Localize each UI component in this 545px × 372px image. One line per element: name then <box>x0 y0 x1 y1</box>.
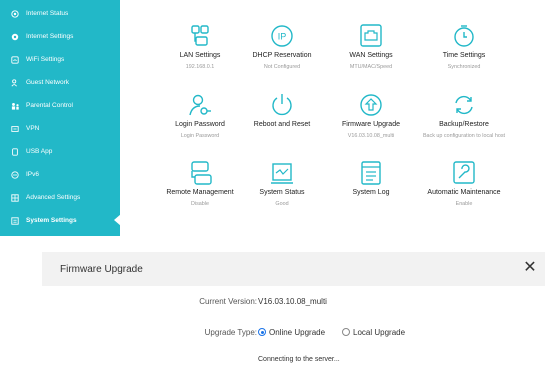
tile-system-log[interactable]: System Log <box>323 160 419 200</box>
current-version-label: Current Version: <box>199 297 257 306</box>
tile-time-settings[interactable]: Time Settings Synchronized <box>416 23 512 71</box>
lan-icon <box>191 25 209 46</box>
radio-unselected-icon <box>342 328 350 336</box>
sidebar-item-wifi-settings[interactable]: WiFi Settings <box>0 48 120 71</box>
sidebar-item-advanced-settings[interactable]: Advanced Settings <box>0 186 120 209</box>
svg-text:IP: IP <box>278 32 287 42</box>
tile-title: Reboot and Reset <box>253 121 311 128</box>
dialog-title: Firmware Upgrade <box>60 263 143 275</box>
ipv6-icon <box>9 170 21 179</box>
advanced-icon <box>9 193 21 202</box>
globe-icon <box>9 9 21 18</box>
sidebar: Internet Status Internet Settings WiFi S… <box>0 0 121 236</box>
tile-subtitle: Synchronized <box>447 64 481 70</box>
tile-title: System Log <box>352 189 390 196</box>
settings-globe-icon <box>9 33 21 41</box>
radio-selected-icon <box>258 328 266 336</box>
sidebar-item-internet-status[interactable]: Internet Status <box>0 2 120 25</box>
sidebar-item-ipv6[interactable]: IPv6 <box>0 163 120 186</box>
sidebar-item-label: Internet Status <box>26 10 69 17</box>
sidebar-item-label: VPN <box>26 125 40 132</box>
wan-port-icon <box>360 24 382 47</box>
tile-title: Automatic Maintenance <box>427 189 501 196</box>
log-icon <box>361 161 381 185</box>
sidebar-item-internet-settings[interactable]: Internet Settings <box>0 25 120 48</box>
sidebar-item-label: USB App <box>26 148 53 155</box>
sidebar-item-label: Internet Settings <box>26 33 74 40</box>
sidebar-item-usb-app[interactable]: USB App <box>0 140 120 163</box>
sidebar-item-label: Guest Network <box>26 79 69 86</box>
tile-subtitle: Enable <box>455 201 473 207</box>
vpn-icon <box>9 125 21 133</box>
tile-title: Backup/Restore <box>439 121 489 128</box>
tile-automatic-maintenance[interactable]: Automatic Maintenance Enable <box>416 160 512 208</box>
ip-icon: IP <box>271 25 293 47</box>
online-upgrade-radio[interactable]: Online Upgrade <box>258 328 325 337</box>
tile-title: System Status <box>259 189 305 196</box>
tile-backup-restore[interactable]: Backup/Restore Back up configuration to … <box>416 92 512 140</box>
tile-subtitle: Back up configuration to local host <box>422 133 506 139</box>
tile-system-status[interactable]: System Status Good <box>234 160 330 208</box>
tile-title: Firmware Upgrade <box>342 121 400 128</box>
sidebar-item-label: WiFi Settings <box>26 56 65 63</box>
wifi-icon <box>9 55 21 64</box>
tile-subtitle: Login Password <box>180 133 220 139</box>
remote-management-icon <box>191 161 212 185</box>
sidebar-item-label: Advanced Settings <box>26 194 81 201</box>
tile-subtitle: MTU/MAC/Speed <box>349 64 393 70</box>
guest-icon <box>9 78 21 87</box>
sidebar-item-label: IPv6 <box>26 171 40 178</box>
router-admin-page: Internet Status Internet Settings WiFi S… <box>0 0 545 372</box>
active-indicator <box>114 214 121 226</box>
tile-dhcp-reservation[interactable]: IP DHCP Reservation Not Configured <box>234 23 330 71</box>
tile-title: WAN Settings <box>349 52 393 59</box>
upgrade-type-label: Upgrade Type: <box>204 328 257 337</box>
usb-icon <box>9 147 21 156</box>
user-key-icon <box>189 94 211 116</box>
close-icon[interactable]: ✕ <box>521 258 539 278</box>
tile-subtitle: Good <box>275 201 289 207</box>
sidebar-item-guest-network[interactable]: Guest Network <box>0 71 120 94</box>
dialog-body: Current Version: V16.03.10.08_multi Upgr… <box>42 286 545 372</box>
system-settings-icon <box>9 216 21 225</box>
current-version-value: V16.03.10.08_multi <box>258 297 327 306</box>
parental-control-icon <box>9 102 21 110</box>
tile-subtitle: V16.03.10.08_multi <box>347 133 395 139</box>
sidebar-item-parental-control[interactable]: Parental Control <box>0 94 120 117</box>
wrench-icon <box>453 161 475 184</box>
tile-subtitle: Not Configured <box>263 64 301 70</box>
sidebar-item-label: System Settings <box>26 217 77 224</box>
tile-firmware-upgrade[interactable]: Firmware Upgrade V16.03.10.08_multi <box>323 92 419 140</box>
tile-reboot-and-reset[interactable]: Reboot and Reset <box>234 92 330 132</box>
tile-title: DHCP Reservation <box>252 52 312 59</box>
status-text: Connecting to the server... <box>258 356 340 363</box>
sidebar-item-label: Parental Control <box>26 102 73 109</box>
tile-wan-settings[interactable]: WAN Settings MTU/MAC/Speed <box>323 23 419 71</box>
sidebar-item-vpn[interactable]: VPN <box>0 117 120 140</box>
tile-title: Time Settings <box>442 52 486 59</box>
timer-icon <box>454 25 474 47</box>
sync-icon <box>455 95 473 115</box>
local-upgrade-radio[interactable]: Local Upgrade <box>342 328 405 337</box>
upgrade-icon <box>360 94 382 116</box>
status-monitor-icon <box>271 163 293 184</box>
sidebar-item-system-settings[interactable]: System Settings <box>0 209 121 232</box>
power-icon <box>272 94 292 116</box>
dialog-header: Firmware Upgrade <box>42 252 545 286</box>
